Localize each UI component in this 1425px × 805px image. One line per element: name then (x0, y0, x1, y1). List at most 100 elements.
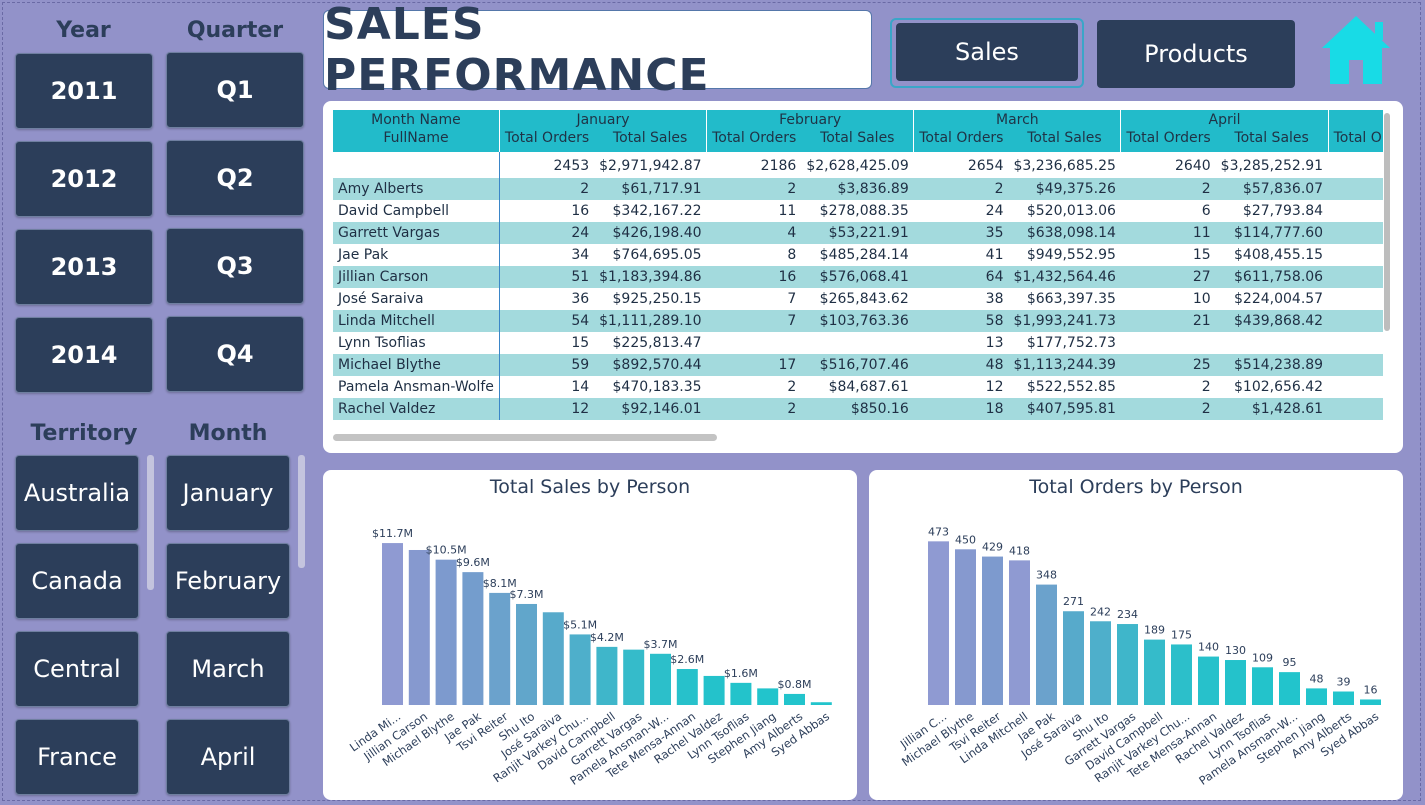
month-april-button[interactable]: April (166, 719, 290, 795)
chart-bar[interactable] (542, 612, 564, 705)
chart-bar[interactable] (408, 549, 430, 705)
matrix-horizontal-scrollbar[interactable] (333, 434, 717, 441)
chart-bar[interactable] (928, 541, 949, 705)
chart-bar[interactable] (1198, 656, 1219, 705)
table-row[interactable]: Pamela Ansman-Wolfe 14 $470,183.35 2 $84,687… (333, 376, 1383, 398)
value-cell: 2 (1328, 200, 1383, 222)
table-row[interactable]: Rachel Valdez 12 $92,146.01 2 $850.16 18 $407,… (333, 398, 1383, 420)
chart-bar[interactable] (489, 592, 511, 705)
month-header-march[interactable]: March (913, 110, 1121, 130)
chart-bar[interactable] (1225, 660, 1246, 705)
chart-bar[interactable] (955, 549, 976, 705)
value-cell: 15 (1192, 247, 1211, 263)
territory-central-button[interactable]: Central (15, 631, 139, 707)
col-header-total-orders[interactable]: Total Orders (498, 130, 595, 152)
table-row[interactable]: Garrett Vargas 24 $426,198.40 4 $53,221.91 35… (333, 222, 1383, 244)
value-cell (1216, 332, 1328, 354)
value-cell: 54 (571, 313, 590, 329)
value-cell: 10 (1192, 291, 1211, 307)
chart-bar[interactable] (382, 543, 403, 705)
chart-bar[interactable] (1117, 624, 1138, 705)
chart-bar[interactable] (982, 556, 1003, 705)
data-label: 242 (1090, 605, 1111, 618)
chart-bar[interactable] (1144, 639, 1165, 705)
month-header-february[interactable]: February (706, 110, 914, 130)
col-header-total-sales[interactable]: Total Sales (594, 130, 706, 152)
year-2011-button[interactable]: 2011 (15, 53, 153, 129)
sales-nav-button[interactable]: Sales (896, 23, 1078, 81)
col-header-total-sales[interactable]: Total Sales (1008, 130, 1120, 152)
chart-bar[interactable] (676, 669, 698, 705)
table-row[interactable]: Amy Alberts 2 $61,717.91 2 $3,836.89 2 $49,375… (333, 178, 1383, 200)
value-cell: 17 (778, 357, 797, 373)
chart-bar[interactable] (1090, 621, 1111, 705)
month-january-button[interactable]: January (166, 455, 290, 531)
month-march-button[interactable]: March (166, 631, 290, 707)
chart-bar[interactable] (730, 682, 752, 705)
value-cell: 34 (571, 247, 590, 263)
chart-bar[interactable] (703, 675, 725, 705)
month-header-april[interactable]: April (1120, 110, 1329, 130)
chart-bar[interactable] (516, 603, 537, 705)
year-2013-button[interactable]: 2013 (15, 229, 153, 305)
table-row[interactable]: Jae Pak 34 $764,695.05 8 $485,284.14 41 $949,5… (333, 244, 1383, 266)
chart-bar[interactable] (596, 646, 618, 705)
chart-bar[interactable] (757, 688, 779, 705)
value-cell: $638,098.14 (1026, 225, 1116, 241)
matrix-vertical-scrollbar[interactable] (1384, 113, 1390, 331)
territory-slicer-label: Territory (30, 421, 138, 446)
value-cell: 2 (994, 181, 1004, 197)
col-header-total-orders[interactable]: Total Orders (913, 130, 1009, 152)
month-name-header: Month Name (371, 112, 461, 128)
quarter-q3-button[interactable]: Q3 (166, 228, 304, 304)
month-scrollbar[interactable] (298, 455, 305, 568)
value-cell: 36 (571, 291, 590, 307)
quarter-q4-button[interactable]: Q4 (166, 316, 304, 392)
value-cell: $611,758.06 (1234, 269, 1324, 285)
chart-bar[interactable] (650, 653, 671, 705)
table-row[interactable]: David Campbell 16 $342,167.22 11 $278,088.35… (333, 200, 1383, 222)
col-header-total-orders[interactable]: Total Orders (1120, 130, 1216, 152)
quarter-q1-button[interactable]: Q1 (166, 52, 304, 128)
table-row[interactable]: Jillian Carson 51 $1,183,394.86 16 $576,068.… (333, 266, 1383, 288)
chart-bar[interactable] (1333, 691, 1354, 705)
territory-canada-button[interactable]: Canada (15, 543, 139, 619)
chart-bar[interactable] (462, 572, 484, 705)
data-label: 473 (928, 525, 949, 538)
chart-bar[interactable] (784, 693, 805, 705)
chart-bar[interactable] (1063, 611, 1084, 705)
col-header-total-orders-partial[interactable]: Total Order (1327, 130, 1383, 152)
chart-bar[interactable] (435, 559, 457, 705)
table-row[interactable]: Linda Mitchell 54 $1,111,289.10 7 $103,763.3… (333, 310, 1383, 332)
products-nav-button[interactable]: Products (1097, 20, 1295, 88)
home-icon[interactable] (1320, 12, 1392, 86)
value-cell: 18 (985, 401, 1004, 417)
col-header-total-sales[interactable]: Total Sales (801, 130, 913, 152)
chart-bar[interactable] (1009, 560, 1030, 705)
col-header-total-orders[interactable]: Total Orders (706, 130, 802, 152)
fullname-header[interactable]: FullName (333, 130, 499, 152)
value-cell: 8 (787, 247, 797, 263)
month-header-january[interactable]: January (498, 110, 707, 130)
chart-bar[interactable] (569, 634, 591, 705)
chart-bar[interactable] (1252, 667, 1273, 705)
territory-france-button[interactable]: France (15, 719, 139, 795)
table-row[interactable]: José Saraiva 36 $925,250.15 7 $265,843.62 38 $… (333, 288, 1383, 310)
chart-bar[interactable] (1360, 699, 1381, 705)
territory-scrollbar[interactable] (147, 455, 154, 590)
year-2012-button[interactable]: 2012 (15, 141, 153, 217)
month-february-button[interactable]: February (166, 543, 290, 619)
quarter-slicer-label: Quarter (186, 18, 284, 43)
chart-bar[interactable] (810, 702, 832, 705)
chart-bar[interactable] (1306, 688, 1327, 705)
table-row[interactable]: Lynn Tsoflias 15 $225,813.47 13 $177,752.73 2 (333, 332, 1383, 354)
chart-bar[interactable] (1036, 584, 1057, 705)
territory-australia-button[interactable]: Australia (15, 455, 139, 531)
chart-bar[interactable] (1171, 644, 1192, 705)
year-2014-button[interactable]: 2014 (15, 317, 153, 393)
chart-bar[interactable] (623, 649, 645, 705)
chart-bar[interactable] (1279, 672, 1300, 705)
col-header-total-sales[interactable]: Total Sales (1216, 130, 1328, 152)
quarter-q2-button[interactable]: Q2 (166, 140, 304, 216)
table-row[interactable]: Michael Blythe 59 $892,570.44 17 $516,707.46… (333, 354, 1383, 376)
